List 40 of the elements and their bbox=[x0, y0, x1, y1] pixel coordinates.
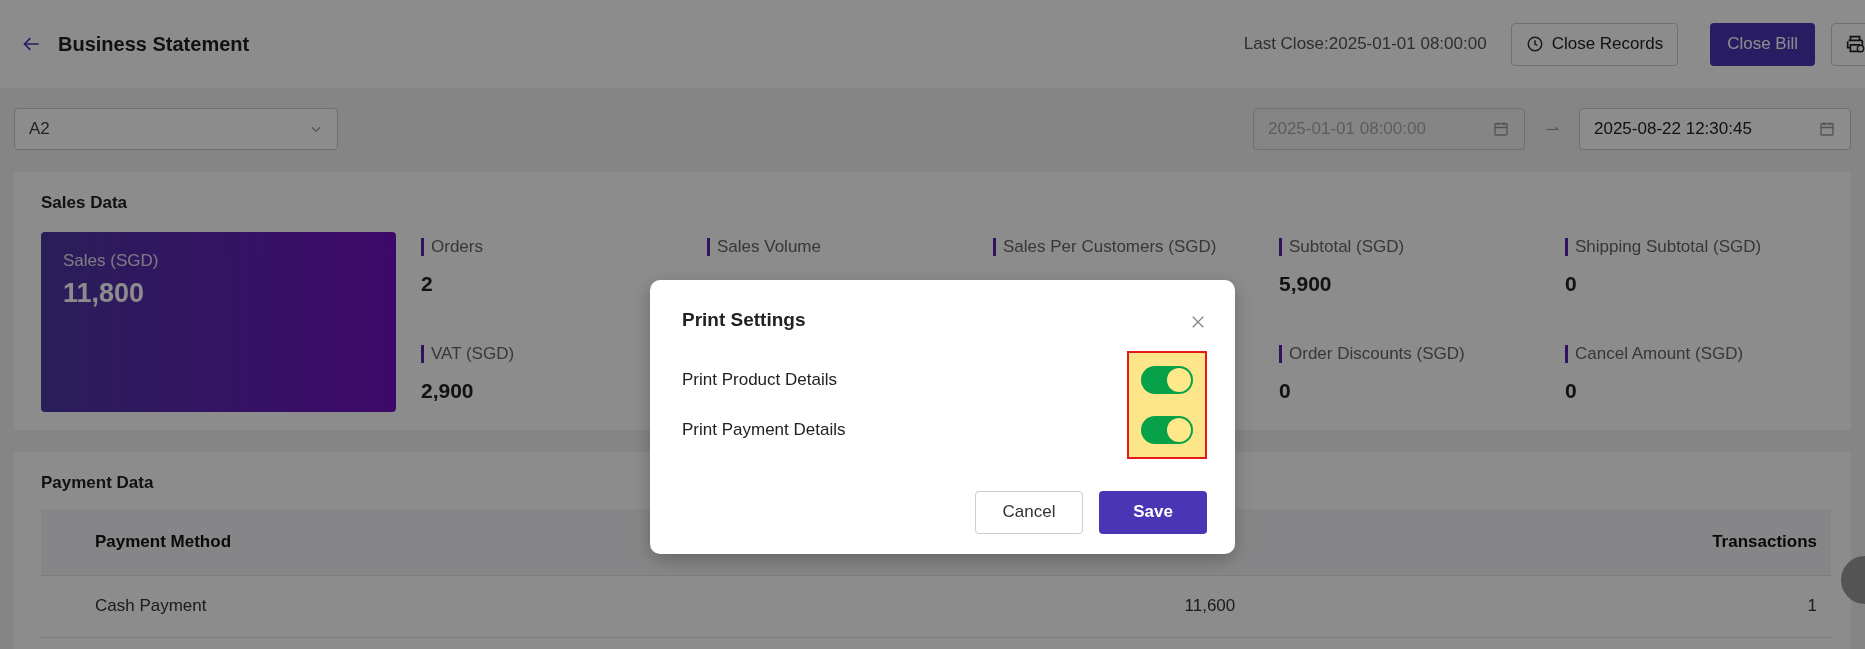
close-records-button[interactable]: Close Records bbox=[1510, 22, 1679, 66]
column-header: Payment Method bbox=[41, 509, 668, 575]
store-select[interactable]: A2 bbox=[14, 108, 338, 150]
save-button[interactable]: Save bbox=[1099, 490, 1207, 534]
metric-label: Order Discounts (SGD) bbox=[1279, 344, 1565, 364]
metric-value: 0 bbox=[1565, 271, 1577, 298]
metric-label: Cancel Amount (SGD) bbox=[1565, 344, 1851, 364]
calendar-icon bbox=[1818, 120, 1836, 138]
metric-label: Subtotal (SGD) bbox=[1279, 237, 1565, 257]
table-cell: Cash Payment bbox=[41, 575, 668, 637]
metric-value: 0 bbox=[1565, 378, 1577, 405]
cancel-button[interactable]: Cancel bbox=[975, 490, 1083, 534]
page-title: Business Statement bbox=[58, 32, 250, 57]
metric-value: 2 bbox=[421, 271, 433, 298]
clock-icon bbox=[1525, 35, 1544, 53]
printer-icon bbox=[1844, 33, 1865, 55]
metric-value: 11,800 bbox=[63, 277, 146, 310]
metric-label: Orders bbox=[421, 237, 707, 257]
column-header: Transactions bbox=[1249, 509, 1831, 575]
dialog-title: Print Settings bbox=[682, 308, 806, 332]
print-settings-button[interactable] bbox=[1831, 22, 1865, 66]
toggle-label: Print Payment Details bbox=[682, 418, 846, 441]
section-title: Sales Data bbox=[41, 192, 128, 214]
last-close-text: Last Close:2025-01-01 08:00:00 bbox=[1243, 33, 1487, 56]
toggle-label: Print Product Details bbox=[682, 368, 838, 391]
close-bill-button[interactable]: Close Bill bbox=[1710, 22, 1815, 66]
table-cell: 11,600 bbox=[667, 575, 1250, 637]
metric-label: Sales (SGD) bbox=[63, 249, 160, 272]
toggle-switch[interactable] bbox=[1141, 365, 1193, 394]
calendar-icon bbox=[1492, 120, 1510, 138]
metric-value: 5,900 bbox=[1279, 271, 1332, 298]
metric-label: Sales Volume bbox=[707, 237, 993, 257]
section-title: Payment Data bbox=[41, 471, 155, 494]
date-field[interactable]: 2025-08-22 12:30:45 bbox=[1579, 108, 1851, 150]
table-cell: 1 bbox=[1249, 575, 1831, 637]
metric-label: Sales Per Customers (SGD) bbox=[993, 237, 1279, 257]
metric-label: Shipping Subtotal (SGD) bbox=[1565, 237, 1851, 257]
metric-value: 0 bbox=[1279, 378, 1291, 405]
toggle-switch[interactable] bbox=[1141, 415, 1193, 444]
metric-value: 2,900 bbox=[421, 378, 474, 405]
